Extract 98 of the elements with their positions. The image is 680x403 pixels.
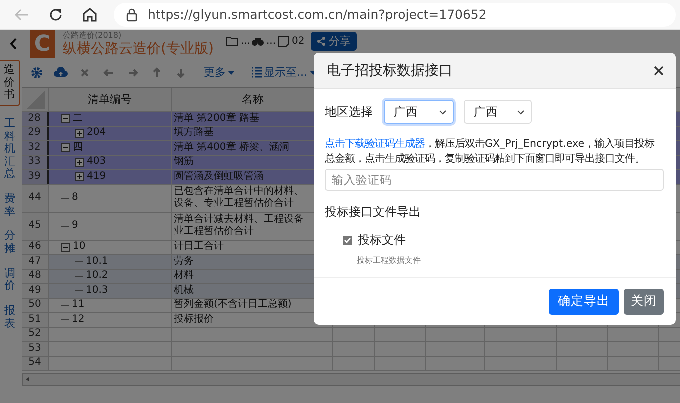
horizontal-scrollbar[interactable]: [22, 373, 680, 386]
export-label: 投标接口文件导出: [325, 204, 422, 221]
name-text: 填方路基: [174, 127, 214, 140]
code-text: 10: [73, 241, 86, 254]
side-tab[interactable]: 工料机汇总: [0, 118, 20, 182]
row-number: 39: [22, 170, 49, 184]
toolbar-menu[interactable]: 更多: [204, 65, 235, 80]
gear-icon[interactable]: [30, 66, 44, 80]
tree-line: [75, 276, 83, 277]
collapse-icon[interactable]: [61, 114, 70, 124]
chevron-icon: [517, 110, 525, 114]
name-text: 钢筋: [174, 156, 194, 168]
dialog-title: 电子招投标数据接口: [327, 62, 453, 80]
tree-line: [75, 261, 83, 262]
verification-code-field[interactable]: 输入验证码: [325, 169, 664, 191]
code-text: 403: [87, 156, 106, 168]
name-text: 暂列金额(不含计日工总额): [174, 299, 292, 312]
code-text: 204: [87, 127, 106, 140]
row-number: 48: [22, 270, 49, 283]
tree-line: [61, 304, 69, 306]
name-text: 清单合计减去材料、工程设备: [174, 214, 304, 226]
name-text: 清单 第200章 路基: [174, 112, 260, 125]
tree-line: [75, 290, 83, 292]
name-text: 设备、专业工程暂估价合计: [174, 198, 294, 210]
code-text: 10.2: [86, 270, 108, 282]
code-text: 8: [72, 192, 78, 204]
row-number: 44: [22, 184, 49, 212]
app-subtitle: 公路造价(2018): [63, 32, 123, 40]
region-select[interactable]: 广西: [464, 100, 532, 124]
row-number: 50: [22, 298, 49, 312]
toolbar-menu[interactable]: 显示至...: [251, 65, 316, 80]
path-label: ...: [266, 36, 276, 46]
export-button[interactable]: 确定导出: [549, 288, 619, 314]
path-label: 02: [292, 36, 305, 46]
path-label: ...: [240, 36, 250, 46]
app-logo: C: [30, 30, 55, 58]
name-text: 计日工合计: [174, 241, 224, 254]
caret-icon: [228, 70, 235, 74]
row-number: 46: [22, 240, 49, 254]
checkbox[interactable]: [343, 236, 352, 245]
row-number: 28: [22, 112, 49, 126]
side-tab[interactable]: 调价: [0, 268, 20, 293]
expand-icon[interactable]: [75, 158, 84, 167]
lock-icon[interactable]: [126, 8, 138, 22]
name-text: 投标报价: [174, 314, 214, 326]
row-number: 45: [22, 212, 49, 240]
close-button[interactable]: 关闭: [624, 288, 664, 314]
row-number: 51: [22, 313, 49, 326]
url-text: https://glyun.smartcost.com.cn/main?project=170652: [148, 7, 487, 22]
code-text: 9: [72, 220, 78, 232]
side-tab[interactable]: 费率: [0, 193, 20, 218]
column-header[interactable]: 清单编号: [49, 88, 172, 111]
expand-icon[interactable]: [75, 128, 84, 138]
share-icon: [316, 36, 326, 46]
list-icon: [251, 67, 262, 78]
name-text: 机械: [174, 284, 194, 297]
expand-icon[interactable]: [75, 172, 84, 182]
code-text: 419: [87, 170, 106, 183]
name-text: 劳务: [174, 256, 194, 268]
close-icon[interactable]: [654, 66, 664, 76]
file-label: 投标文件: [358, 232, 406, 249]
row-number: 32: [22, 141, 49, 154]
file-description: 投标工程数据文件: [357, 255, 422, 266]
row-number: 53: [22, 342, 49, 356]
code-text: 11: [72, 299, 85, 312]
code-text: 二: [73, 112, 83, 125]
name-text: 业工程暂估价合计: [174, 226, 254, 238]
code-text: 12: [72, 314, 85, 326]
code-text: 10.3: [86, 284, 108, 297]
side-tab[interactable]: 报表: [0, 304, 20, 330]
app-title: 纵横公路云造价(专业版): [63, 42, 214, 56]
name-text: 清单 第400章 桥梁、涵洞: [174, 142, 290, 154]
region-select[interactable]: 广西: [384, 100, 454, 124]
folder-icon[interactable]: [226, 34, 240, 48]
name-text: 圆管涵及倒虹吸管涵: [174, 170, 264, 183]
chevron-icon: [439, 110, 447, 114]
instructions-text: 点击下载验证码生成器，解压后双击GX_Prj_Encrypt.exe，输入项目投标总金额，点击生成验证码，复制验证码粘到下面窗口即可导出接口文件。: [325, 137, 656, 167]
side-tab[interactable]: 造价书: [0, 60, 20, 106]
share-button[interactable]: 分享: [310, 32, 357, 50]
document-icon[interactable]: [277, 34, 292, 48]
row-number: 54: [22, 356, 49, 370]
name-text: 已包含在清单合计中的材料、: [174, 186, 304, 198]
side-tab[interactable]: 分摊: [0, 230, 20, 256]
cloud-upload-icon[interactable]: [54, 66, 68, 80]
name-text: 材料: [174, 270, 194, 282]
row-number: 33: [22, 156, 49, 169]
tree-line: [61, 319, 69, 320]
collapse-icon[interactable]: [61, 143, 70, 152]
back-caret-icon[interactable]: [10, 38, 18, 50]
row-number: 52: [22, 328, 49, 341]
collapse-icon[interactable]: [61, 242, 70, 252]
download-link[interactable]: 点击下载验证码生成器: [325, 138, 425, 150]
address-bar[interactable]: https://glyun.smartcost.com.cn/main?project=170652: [114, 2, 676, 26]
code-text: 10.1: [86, 256, 108, 268]
row-number: 29: [22, 126, 49, 140]
row-number: 49: [22, 284, 49, 298]
row-number: 47: [22, 255, 49, 268]
code-text: 四: [73, 142, 83, 154]
